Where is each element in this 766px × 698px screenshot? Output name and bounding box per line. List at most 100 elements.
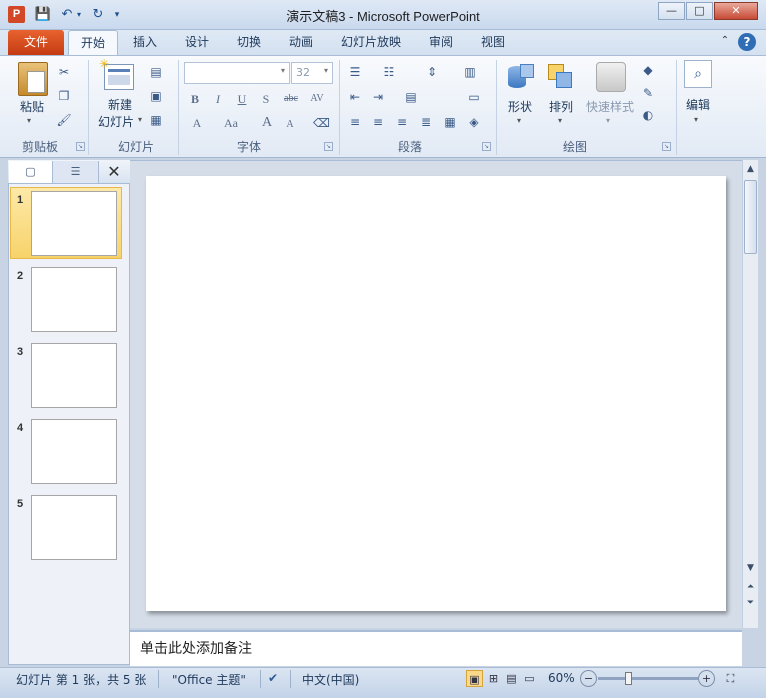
shape-fill-icon[interactable]: ◆ — [640, 62, 656, 78]
save-icon[interactable]: 💾 — [34, 6, 52, 24]
bold-button[interactable]: B — [186, 90, 204, 108]
theme-status[interactable]: "Office 主题" — [172, 671, 246, 688]
paste-button[interactable]: 粘贴 — [14, 98, 50, 115]
spell-check-icon[interactable]: ✔ — [268, 671, 278, 685]
tab-transitions[interactable]: 切换 — [228, 30, 270, 56]
numbering-icon[interactable]: ☷ — [381, 64, 397, 80]
align-right-icon[interactable]: ≡ — [394, 114, 410, 130]
minimize-ribbon-icon[interactable]: ⌃ — [718, 35, 732, 49]
tab-slideshow[interactable]: 幻灯片放映 — [334, 30, 408, 56]
close-panel-icon[interactable]: ✕ — [104, 162, 124, 182]
slide-thumbnail-3[interactable] — [31, 343, 117, 408]
editing-dropdown-icon[interactable]: ▾ — [694, 115, 698, 124]
tab-file[interactable]: 文件 — [8, 30, 64, 55]
copy-icon[interactable]: ❐ — [56, 88, 72, 104]
tab-insert[interactable]: 插入 — [124, 30, 166, 56]
paste-dropdown-icon[interactable]: ▾ — [27, 116, 31, 125]
quick-styles-icon[interactable] — [596, 62, 626, 92]
align-center-icon[interactable]: ≡ — [370, 114, 386, 130]
arrange-button[interactable]: 排列 — [543, 98, 579, 115]
scroll-down-icon[interactable]: ▼ — [743, 561, 758, 576]
font-size-dropdown-icon[interactable]: ▾ — [324, 66, 328, 75]
shape-effects-icon[interactable]: ◐ — [640, 107, 656, 123]
line-spacing-icon[interactable]: ⇕ — [424, 64, 440, 80]
font-name-dropdown[interactable] — [184, 62, 290, 84]
tab-slides-view[interactable]: ▢ — [9, 161, 53, 183]
font-name-dropdown-icon[interactable]: ▾ — [281, 66, 285, 75]
new-slide-icon[interactable]: ✳ — [99, 58, 134, 90]
text-direction-icon[interactable]: ▤ — [403, 89, 419, 105]
clear-formatting-icon[interactable]: ⌫ — [313, 115, 330, 131]
paste-icon[interactable] — [18, 62, 48, 96]
scrollbar-thumb[interactable] — [744, 180, 757, 254]
drawing-launcher-icon[interactable]: ↘ — [662, 142, 671, 151]
language-status[interactable]: 中文(中国) — [302, 671, 359, 688]
bullets-icon[interactable]: ☰ — [347, 64, 363, 80]
new-slide-button[interactable]: 新建 — [96, 96, 144, 113]
layout-icon[interactable]: ▤ — [148, 64, 164, 80]
shapes-dropdown-icon[interactable]: ▾ — [517, 116, 521, 125]
shapes-button[interactable]: 形状 — [502, 98, 538, 115]
columns-icon[interactable]: ▥ — [462, 64, 478, 80]
shape-outline-icon[interactable]: ✎ — [640, 85, 656, 101]
arrange-icon[interactable] — [546, 62, 576, 92]
help-icon[interactable]: ? — [738, 33, 756, 51]
normal-view-icon[interactable]: ▣ — [466, 670, 483, 687]
increase-indent-icon[interactable]: ⇥ — [370, 89, 386, 105]
shapes-icon[interactable] — [506, 62, 536, 92]
font-launcher-icon[interactable]: ↘ — [324, 142, 333, 151]
undo-dropdown-icon[interactable]: ▾ — [74, 6, 84, 24]
align-left-icon[interactable]: ≡ — [347, 114, 363, 130]
grow-font-button[interactable]: A — [258, 114, 276, 132]
minimize-button[interactable]: — — [658, 2, 685, 20]
slide-thumbnail-1[interactable] — [31, 191, 117, 256]
cut-icon[interactable]: ✂ — [56, 64, 72, 80]
distribute-icon[interactable]: ▦ — [442, 114, 458, 130]
format-painter-icon[interactable]: 🖌 — [56, 112, 72, 128]
tab-animations[interactable]: 动画 — [280, 30, 322, 56]
fit-to-window-icon[interactable]: ⛶ — [722, 670, 739, 687]
slide-thumbnail-5[interactable] — [31, 495, 117, 560]
slide-thumbnail-4[interactable] — [31, 419, 117, 484]
italic-button[interactable]: I — [209, 90, 227, 108]
previous-slide-icon[interactable]: ⏶ — [743, 580, 758, 595]
tab-review[interactable]: 审阅 — [420, 30, 462, 56]
editing-button[interactable]: 编辑 — [680, 96, 716, 113]
zoom-in-button[interactable]: + — [698, 670, 715, 687]
section-icon[interactable]: ▦ — [148, 112, 164, 128]
slide-thumbnail-2[interactable] — [31, 267, 117, 332]
customize-qat-icon[interactable]: ▾ — [111, 6, 123, 24]
decrease-indent-icon[interactable]: ⇤ — [347, 89, 363, 105]
shrink-font-button[interactable]: A — [281, 116, 299, 134]
change-case-button[interactable]: Aa — [220, 114, 242, 132]
maximize-button[interactable]: □ — [686, 2, 713, 20]
reset-slide-icon[interactable]: ▣ — [148, 88, 164, 104]
strikethrough-button[interactable]: abc — [280, 90, 302, 108]
arrange-dropdown-icon[interactable]: ▾ — [558, 116, 562, 125]
find-icon[interactable]: ⌕ — [684, 60, 712, 88]
redo-icon[interactable]: ↻ — [89, 6, 107, 24]
next-slide-icon[interactable]: ⏷ — [743, 596, 758, 611]
clipboard-launcher-icon[interactable]: ↘ — [76, 142, 85, 151]
new-slide-dropdown-icon[interactable]: ▾ — [138, 115, 142, 124]
tab-outline-view[interactable]: ☰ — [53, 161, 99, 183]
quick-styles-dropdown-icon[interactable]: ▾ — [606, 116, 610, 125]
powerpoint-app-icon[interactable]: P — [8, 6, 25, 23]
slideshow-view-icon[interactable]: ▭ — [521, 670, 538, 687]
slide-sorter-view-icon[interactable]: ⊞ — [485, 670, 502, 687]
font-color-button[interactable]: A — [188, 114, 206, 132]
align-text-icon[interactable]: ▭ — [466, 89, 482, 105]
reading-view-icon[interactable]: ▤ — [503, 670, 520, 687]
zoom-level[interactable]: 60% — [548, 671, 575, 685]
new-slide-button-label[interactable]: 幻灯片 — [92, 113, 140, 130]
zoom-slider[interactable] — [598, 677, 698, 680]
notes-placeholder[interactable]: 单击此处添加备注 — [140, 638, 252, 658]
justify-icon[interactable]: ≣ — [418, 114, 434, 130]
smartart-icon[interactable]: ◈ — [466, 114, 482, 130]
tab-design[interactable]: 设计 — [176, 30, 218, 56]
zoom-slider-knob[interactable] — [625, 672, 632, 685]
close-button[interactable]: ✕ — [714, 2, 758, 20]
underline-button[interactable]: U — [233, 90, 251, 108]
tab-view[interactable]: 视图 — [472, 30, 514, 56]
paragraph-launcher-icon[interactable]: ↘ — [482, 142, 491, 151]
